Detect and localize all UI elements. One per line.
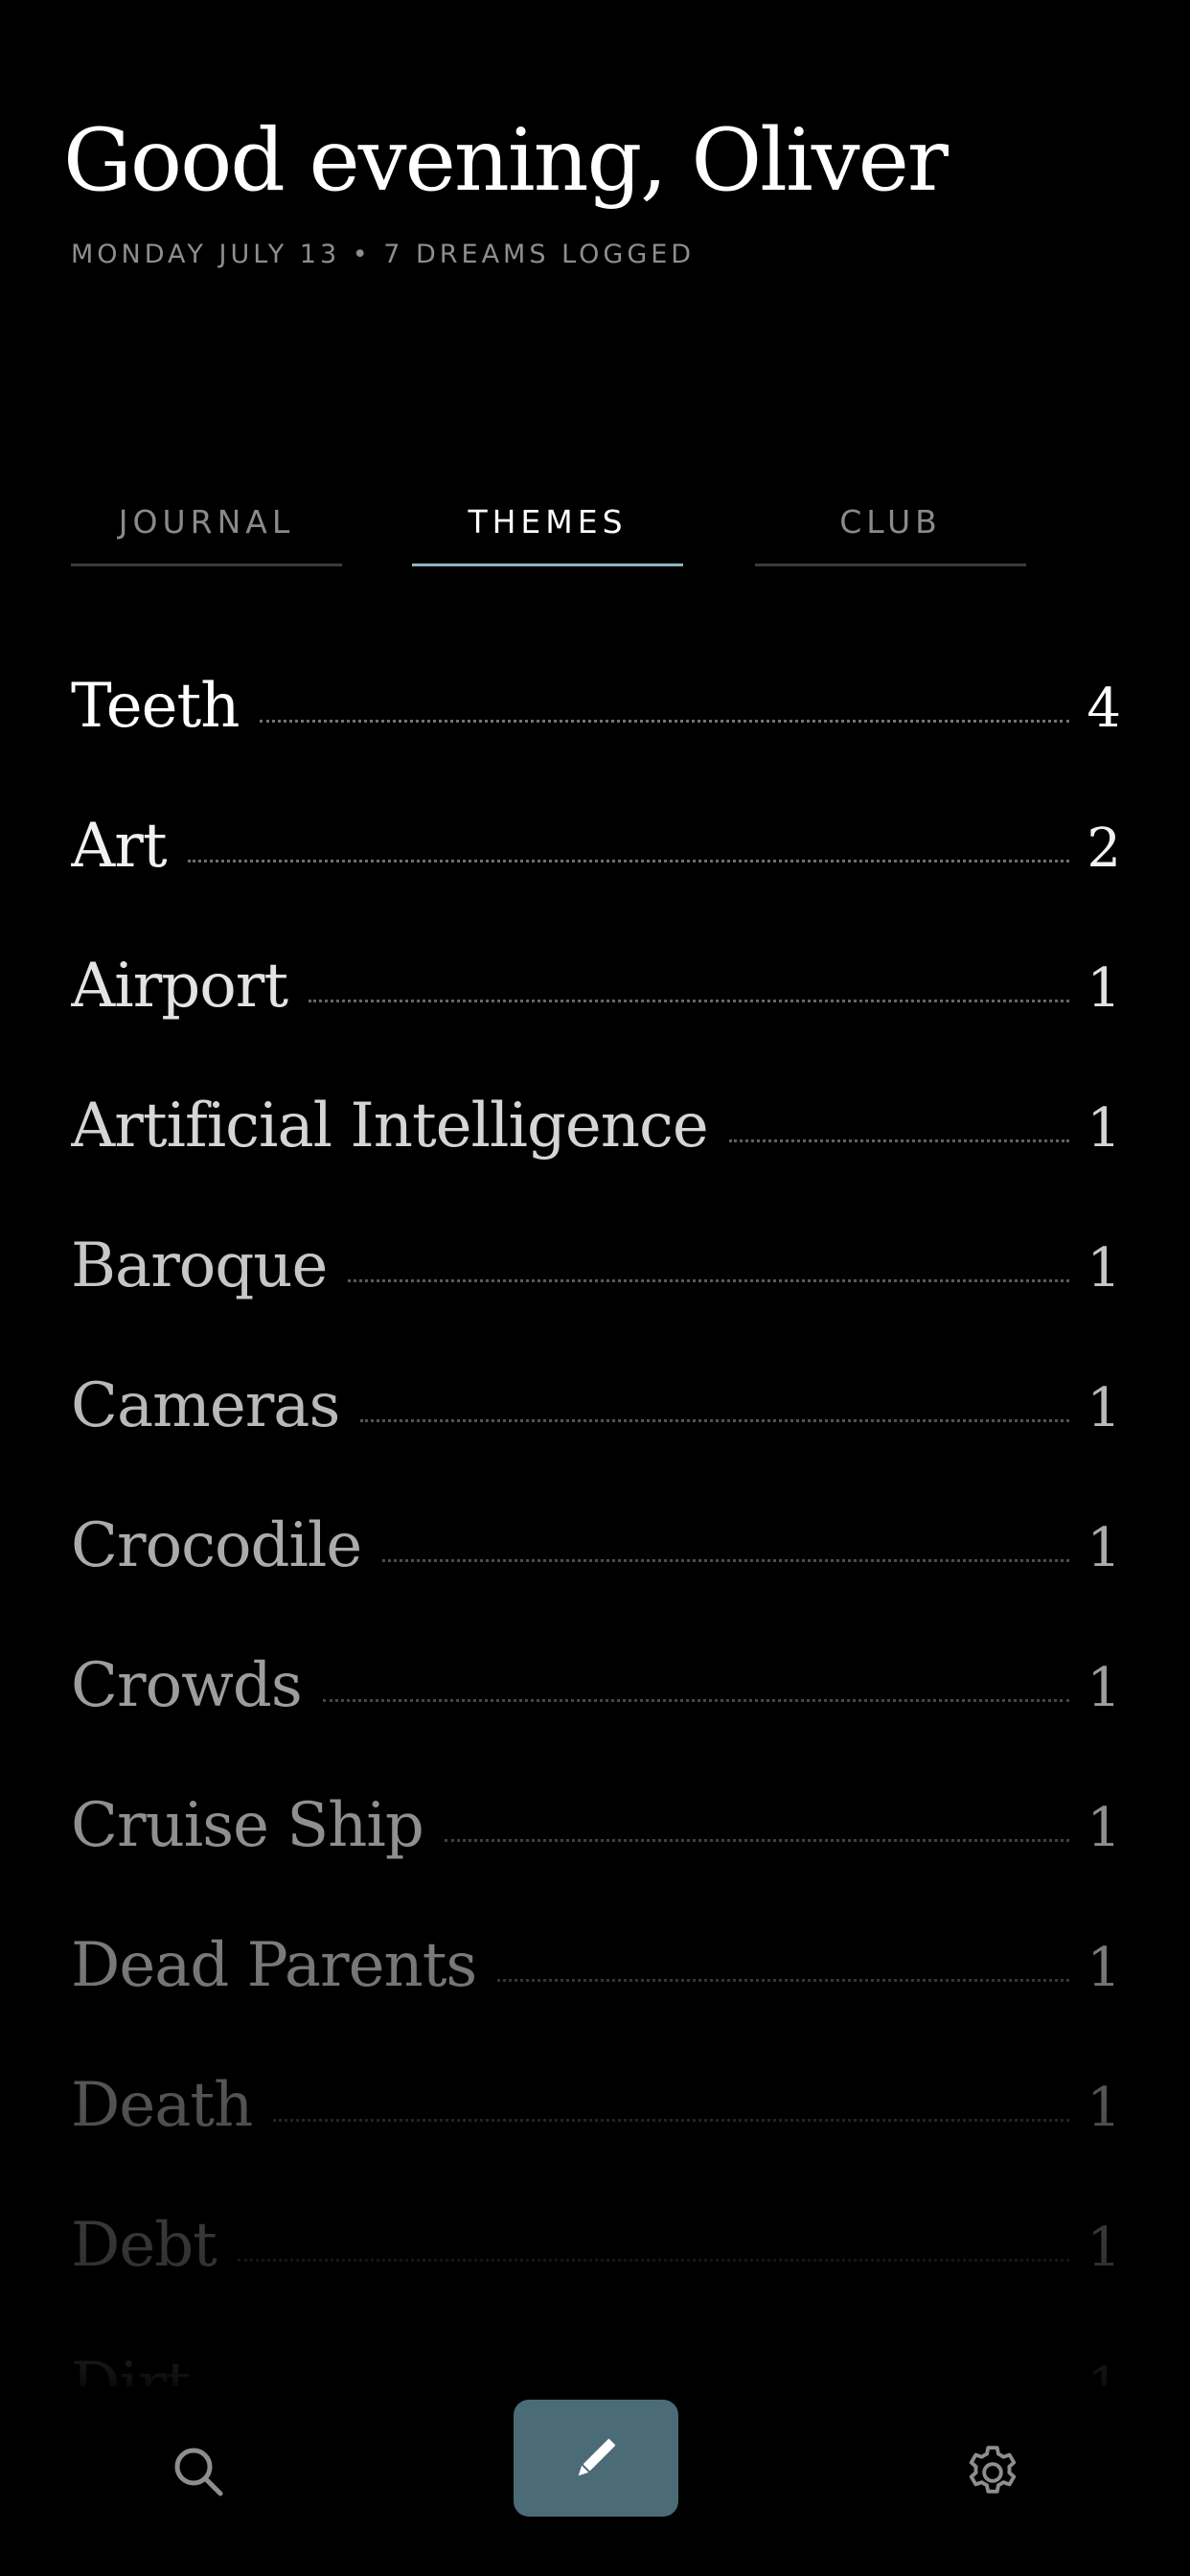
theme-count: 1	[1087, 957, 1121, 1020]
dotted-leader	[187, 860, 1070, 862]
theme-name: Teeth	[71, 671, 240, 742]
theme-name: Debt	[71, 2210, 217, 2281]
tab-club[interactable]: CLUB	[755, 491, 1026, 566]
theme-count: 1	[1087, 1377, 1121, 1439]
dotted-leader	[309, 1000, 1070, 1002]
date-summary: MONDAY JULY 13 • 7 DREAMS LOGGED	[71, 240, 696, 269]
gear-icon	[969, 2446, 1017, 2494]
dotted-leader	[728, 1139, 1070, 1142]
theme-count: 1	[1087, 1657, 1121, 1719]
greeting-title: Good evening, Oliver	[63, 110, 949, 211]
bottom-nav	[0, 2386, 1190, 2576]
search-button[interactable]	[151, 2425, 247, 2520]
theme-row[interactable]: Death 1	[71, 2070, 1121, 2166]
theme-row[interactable]: Teeth 4	[71, 671, 1121, 767]
theme-count: 1	[1087, 2217, 1121, 2279]
settings-button[interactable]	[945, 2425, 1041, 2520]
theme-count: 2	[1087, 817, 1121, 880]
theme-count: 1	[1087, 1937, 1121, 1999]
theme-row[interactable]: Airport 1	[71, 951, 1121, 1046]
theme-count: 1	[1087, 1237, 1121, 1300]
theme-row[interactable]: Cameras 1	[71, 1370, 1121, 1466]
theme-count: 1	[1087, 2077, 1121, 2139]
dotted-leader	[273, 2119, 1070, 2122]
dotted-leader	[348, 1279, 1070, 1282]
tab-themes[interactable]: THEMES	[412, 491, 683, 566]
themes-list: Teeth 4 Art 2 Airport 1 Artificial Intelligenc…	[71, 671, 1121, 2405]
dotted-leader	[382, 1559, 1070, 1562]
theme-row[interactable]: Cruise Ship 1	[71, 1790, 1121, 1886]
theme-row[interactable]: Baroque 1	[71, 1230, 1121, 1326]
theme-name: Crocodile	[71, 1510, 362, 1581]
theme-row[interactable]: Debt 1	[71, 2210, 1121, 2306]
theme-name: Death	[71, 2070, 253, 2141]
theme-count: 1	[1087, 1797, 1121, 1859]
theme-name: Airport	[71, 951, 288, 1022]
tab-journal[interactable]: JOURNAL	[71, 491, 342, 566]
theme-name: Crowds	[71, 1650, 303, 1721]
search-icon	[174, 2448, 223, 2496]
dotted-leader	[237, 2259, 1070, 2262]
theme-name: Art	[71, 811, 168, 882]
theme-row[interactable]: Crocodile 1	[71, 1510, 1121, 1606]
theme-count: 1	[1087, 1517, 1121, 1579]
compose-button[interactable]	[514, 2400, 678, 2517]
dotted-leader	[360, 1419, 1070, 1422]
theme-row[interactable]: Dead Parents 1	[71, 1930, 1121, 2026]
theme-row[interactable]: Crowds 1	[71, 1650, 1121, 1746]
tab-bar: JOURNAL THEMES CLUB	[71, 491, 1029, 567]
theme-count: 4	[1087, 678, 1121, 740]
theme-name: Artificial Intelligence	[71, 1091, 709, 1162]
theme-row[interactable]: Art 2	[71, 811, 1121, 907]
theme-row[interactable]: Artificial Intelligence 1	[71, 1091, 1121, 1186]
dotted-leader	[497, 1979, 1070, 1982]
theme-count: 1	[1087, 1097, 1121, 1160]
dotted-leader	[260, 720, 1070, 723]
theme-name: Cameras	[71, 1370, 340, 1441]
pencil-icon	[578, 2438, 616, 2476]
theme-name: Baroque	[71, 1230, 328, 1301]
dotted-leader	[322, 1699, 1070, 1702]
dotted-leader	[444, 1839, 1070, 1842]
theme-name: Dead Parents	[71, 1930, 477, 2001]
theme-name: Cruise Ship	[71, 1790, 424, 1861]
